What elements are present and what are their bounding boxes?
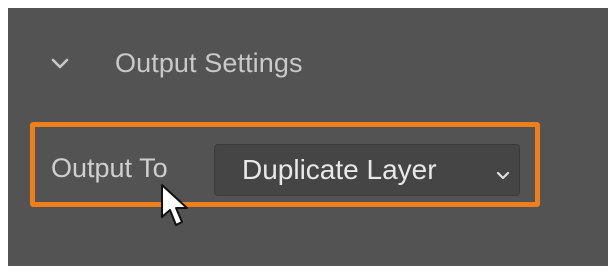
output-to-label: Output To: [51, 153, 168, 183]
output-to-dropdown[interactable]: Duplicate Layer: [214, 144, 520, 196]
section-title: Output Settings: [115, 48, 303, 78]
output-settings-header[interactable]: Output Settings: [8, 44, 608, 84]
chevron-down-icon: [496, 171, 510, 180]
output-to-selected-value: Duplicate Layer: [242, 154, 437, 185]
chevron-down-icon[interactable]: [50, 56, 70, 72]
properties-panel: Output Settings Output To Duplicate Laye…: [8, 8, 608, 266]
